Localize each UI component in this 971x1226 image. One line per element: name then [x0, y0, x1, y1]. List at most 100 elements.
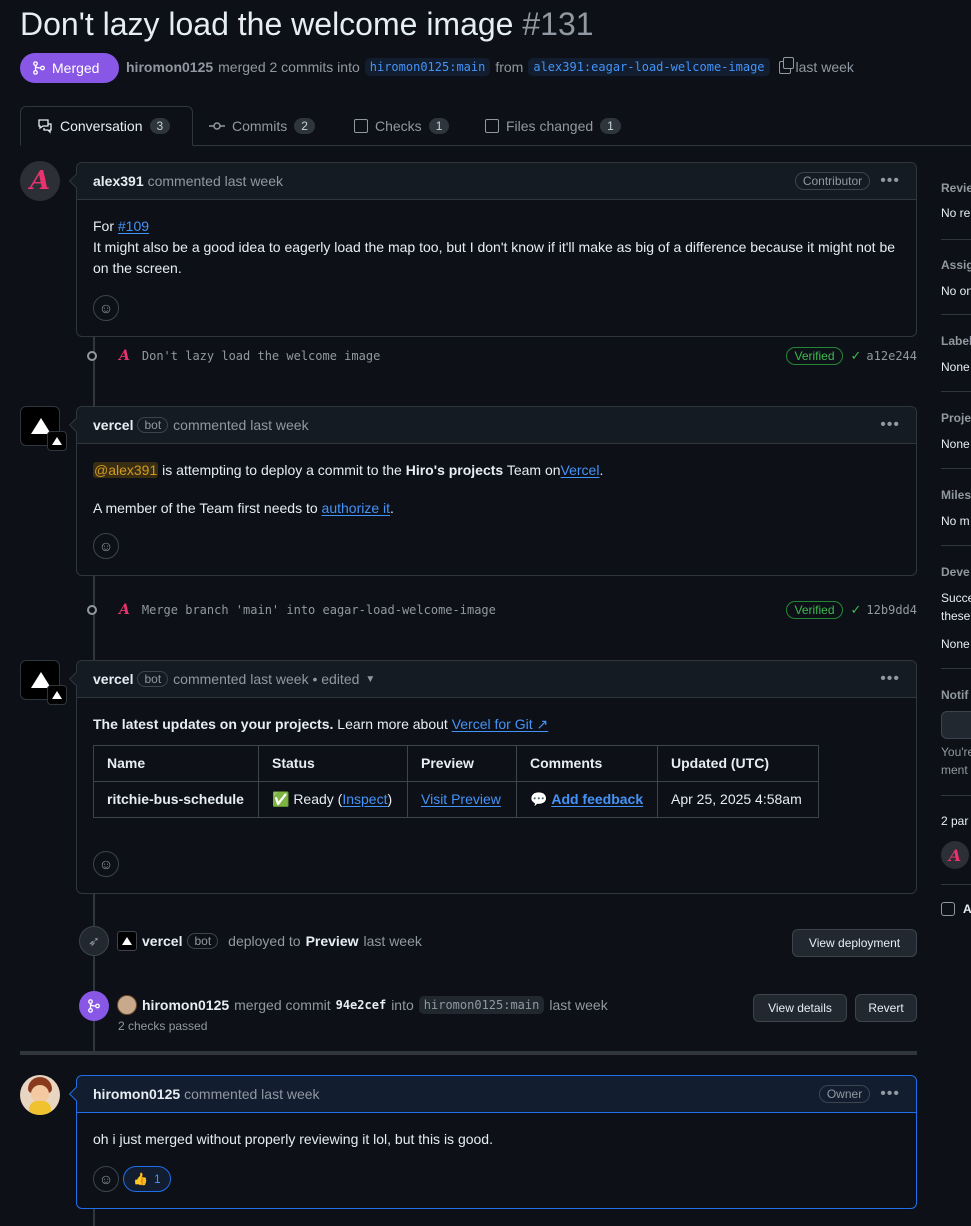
comment-vercel-2: vercel bot commented last week • edited …: [68, 660, 917, 894]
participant-avatar[interactable]: A: [941, 841, 969, 869]
comment-text: Team on: [506, 462, 561, 478]
comment-meta: commented last week: [184, 1086, 320, 1102]
checks-passed[interactable]: 2 checks passed: [118, 1019, 207, 1033]
sidebar-assignees-label[interactable]: Assig: [941, 258, 971, 272]
revert-button[interactable]: Revert: [855, 994, 917, 1022]
add-reaction-smiley-icon[interactable]: ☺: [93, 851, 119, 877]
sidebar-participants-label: 2 par: [941, 814, 969, 828]
pr-title-text: Don't lazy load the welcome image: [20, 6, 514, 42]
merge-time: last week: [549, 997, 608, 1013]
user-mention[interactable]: @alex391: [93, 462, 159, 478]
vercel-for-git-link[interactable]: Vercel for Git ↗: [452, 716, 549, 732]
reaction-count: 1: [153, 1172, 161, 1186]
sidebar-checkbox[interactable]: [941, 902, 955, 916]
tab-conversation[interactable]: Conversation 3: [20, 106, 193, 146]
commit-author-avatar[interactable]: A: [119, 602, 130, 618]
table-header: Comments: [516, 745, 658, 782]
tab-files-label: Files changed: [506, 118, 594, 134]
pr-author-link[interactable]: hiromon0125: [126, 59, 213, 75]
conversation-icon: [38, 119, 52, 134]
sidebar-reviewers-label[interactable]: Revie: [941, 181, 971, 195]
lead-bold-text: The latest updates on your projects.: [93, 716, 334, 732]
sidebar-divider: [941, 239, 971, 240]
commit-message[interactable]: Merge branch 'main' into eagar-load-welc…: [142, 603, 496, 617]
sidebar-lock-label[interactable]: A: [963, 902, 971, 916]
comment-author[interactable]: hiromon0125: [93, 1086, 180, 1102]
tab-files-changed[interactable]: Files changed 1: [469, 106, 637, 146]
edited-dropdown-icon[interactable]: ▼: [365, 674, 375, 685]
view-details-button[interactable]: View details: [753, 994, 847, 1022]
visit-preview-link[interactable]: Visit Preview: [421, 791, 501, 807]
kebab-menu-icon[interactable]: •••: [880, 1085, 900, 1103]
checklist-icon: [354, 119, 368, 133]
vercel-small-avatar[interactable]: [117, 931, 137, 951]
merge-branch[interactable]: hiromon0125:main: [418, 996, 545, 1014]
commit-message[interactable]: Don't lazy load the welcome image: [142, 349, 380, 363]
issue-link[interactable]: #109: [118, 218, 149, 234]
add-reaction-smiley-icon[interactable]: ☺: [93, 295, 119, 321]
authorize-link[interactable]: authorize it: [322, 500, 390, 516]
sidebar-milestone-label[interactable]: Miles: [941, 488, 971, 502]
commit-sha[interactable]: 12b9dd4: [866, 603, 917, 617]
kebab-menu-icon[interactable]: •••: [880, 172, 900, 190]
comment-text: It might also be a good idea to eagerly …: [93, 239, 896, 276]
comment-body: oh i just merged without properly review…: [77, 1113, 916, 1150]
hiromon-small-avatar[interactable]: [117, 995, 137, 1015]
add-reaction-smiley-icon[interactable]: ☺: [93, 533, 119, 559]
comment-header: vercel bot commented last week •••: [77, 407, 916, 444]
bot-badge: bot: [137, 671, 169, 687]
inspect-link[interactable]: Inspect: [342, 791, 387, 807]
comment-meta: commented last week: [147, 173, 284, 189]
vercel-link[interactable]: Vercel: [561, 462, 600, 478]
verified-badge[interactable]: Verified: [786, 347, 843, 365]
merge-sha[interactable]: 94e2cef: [336, 998, 387, 1012]
comment-text: is attempting to deploy a commit to the: [162, 462, 402, 478]
comment-header: hiromon0125 commented last week Owner ••…: [77, 1076, 916, 1113]
sidebar-labels-label[interactable]: Label: [941, 334, 971, 348]
subscribe-button[interactable]: [941, 711, 971, 739]
commit-sha[interactable]: a12e244: [866, 349, 917, 363]
commit-author-avatar[interactable]: A: [119, 348, 130, 364]
tab-conversation-label: Conversation: [60, 118, 143, 134]
comment-author[interactable]: alex391: [93, 173, 144, 189]
comment-header: alex391 commented last week Contributor …: [77, 163, 916, 200]
tab-checks-label: Checks: [375, 118, 422, 134]
merge-actor[interactable]: hiromon0125: [142, 997, 229, 1013]
lead-text: Learn more about: [337, 716, 448, 732]
pr-merged-text: merged 2 commits into: [218, 59, 360, 75]
verified-badge[interactable]: Verified: [786, 601, 843, 619]
tab-commits[interactable]: Commits 2: [193, 106, 331, 146]
comment-body: @alex391 is attempting to deploy a commi…: [93, 462, 604, 516]
sidebar-development-label[interactable]: Deve: [941, 565, 970, 579]
hiromon-avatar[interactable]: [20, 1075, 60, 1115]
copy-icon[interactable]: [778, 56, 794, 74]
thumbs-up-reaction[interactable]: 👍 1: [123, 1166, 171, 1192]
tab-checks[interactable]: Checks 1: [338, 106, 465, 146]
avatar-logo-icon: A: [29, 166, 51, 196]
avatar[interactable]: A: [20, 161, 60, 201]
timeline-line: [93, 893, 95, 1053]
check-icon: ✓: [850, 348, 862, 363]
comment-vercel-1: vercel bot commented last week ••• @alex…: [68, 406, 917, 576]
merged-state-label: Merged: [52, 60, 100, 76]
base-branch-label[interactable]: hiromon0125:main: [364, 58, 491, 76]
role-badge: Owner: [818, 1085, 871, 1103]
head-branch-label[interactable]: alex391:eagar-load-welcome-image: [528, 58, 770, 76]
vercel-avatar[interactable]: [20, 660, 67, 705]
comment-author[interactable]: vercel: [93, 671, 133, 687]
comment-author[interactable]: vercel: [93, 417, 133, 433]
sidebar-divider: [941, 795, 971, 796]
kebab-menu-icon[interactable]: •••: [880, 416, 900, 434]
status-suffix: ): [387, 791, 393, 807]
pr-from-text: from: [495, 59, 524, 75]
deploy-actor[interactable]: vercel: [142, 933, 182, 949]
sidebar-projects-label[interactable]: Proje: [941, 411, 971, 425]
merged-state-badge: Merged: [20, 53, 119, 83]
view-deployment-button[interactable]: View deployment: [792, 929, 917, 957]
comment-body: The latest updates on your projects. Lea…: [77, 698, 916, 818]
kebab-menu-icon[interactable]: •••: [880, 670, 900, 688]
sidebar-projects-value: None: [941, 437, 970, 451]
add-feedback-link[interactable]: Add feedback: [551, 791, 643, 807]
add-reaction-smiley-icon[interactable]: ☺: [93, 1166, 119, 1192]
vercel-avatar[interactable]: [20, 406, 67, 451]
